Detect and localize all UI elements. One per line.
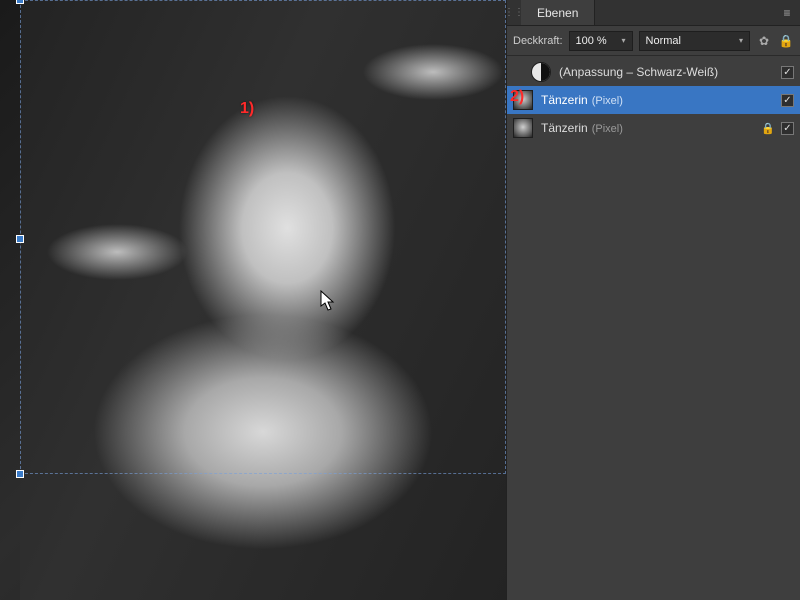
layer-name[interactable]: Tänzerin (Pixel) xyxy=(541,121,753,135)
layer-name-text: Tänzerin xyxy=(541,121,588,135)
layer-row-actions: 🔒✓ xyxy=(761,122,794,135)
layer-row-actions: ✓ xyxy=(781,94,794,107)
layer-row[interactable]: (Anpassung – Schwarz-Weiß) ✓ xyxy=(507,58,800,86)
gear-icon[interactable]: ✿ xyxy=(756,33,772,49)
panel-grip-icon[interactable]: ⋮⋮ xyxy=(507,0,521,25)
transform-handle-bl[interactable] xyxy=(16,470,24,478)
layer-row-actions: ✓ xyxy=(781,66,794,79)
layer-name[interactable]: Tänzerin (Pixel) xyxy=(541,93,773,107)
chevron-down-icon: ▾ xyxy=(739,36,743,45)
blend-mode-dropdown[interactable]: Normal ▾ xyxy=(639,31,750,51)
layer-name-text: (Anpassung – Schwarz-Weiß) xyxy=(559,65,718,79)
visibility-checkbox[interactable]: ✓ xyxy=(781,66,794,79)
layer-row[interactable]: Tänzerin(Pixel)🔒✓ xyxy=(507,114,800,142)
transform-handle-tl[interactable] xyxy=(16,0,24,4)
opacity-label: Deckkraft: xyxy=(513,35,563,47)
layer-thumbnail[interactable] xyxy=(513,118,533,138)
visibility-checkbox[interactable]: ✓ xyxy=(781,94,794,107)
layer-list: (Anpassung – Schwarz-Weiß) ✓ Tänzerin (Pixe… xyxy=(507,56,800,142)
visibility-checkbox[interactable]: ✓ xyxy=(781,122,794,135)
panel-tab-bar: ⋮⋮ Ebenen ≡ xyxy=(507,0,800,26)
layers-panel: ⋮⋮ Ebenen ≡ Deckkraft: 100 % ▾ Normal ▾ … xyxy=(506,0,800,600)
layer-options-row: Deckkraft: 100 % ▾ Normal ▾ ✿ 🔒 xyxy=(507,26,800,56)
canvas-area[interactable]: 1) xyxy=(0,0,506,600)
document-image[interactable] xyxy=(20,0,506,600)
lock-icon[interactable]: 🔒 xyxy=(778,33,794,49)
transform-handle-ml[interactable] xyxy=(16,235,24,243)
layer-name-text: Tänzerin xyxy=(541,93,588,107)
chevron-down-icon: ▾ xyxy=(622,36,626,45)
opacity-dropdown[interactable]: 100 % ▾ xyxy=(569,31,633,51)
tab-layers[interactable]: Ebenen xyxy=(521,0,595,25)
annotation-1: 1) xyxy=(240,100,254,118)
layer-row[interactable]: Tänzerin (Pixel) ✓ xyxy=(507,86,800,114)
opacity-value: 100 % xyxy=(576,35,607,47)
layer-type-text: (Pixel) xyxy=(592,95,623,107)
panel-menu-icon[interactable]: ≡ xyxy=(774,0,800,25)
blend-mode-value: Normal xyxy=(646,35,681,47)
adjustment-layer-icon[interactable] xyxy=(531,62,551,82)
tab-label: Ebenen xyxy=(537,6,578,20)
annotation-2: 2) xyxy=(510,88,524,106)
lock-icon[interactable]: 🔒 xyxy=(761,122,775,135)
layer-name[interactable]: (Anpassung – Schwarz-Weiß) xyxy=(559,65,773,79)
layer-type-text: (Pixel) xyxy=(592,123,623,135)
